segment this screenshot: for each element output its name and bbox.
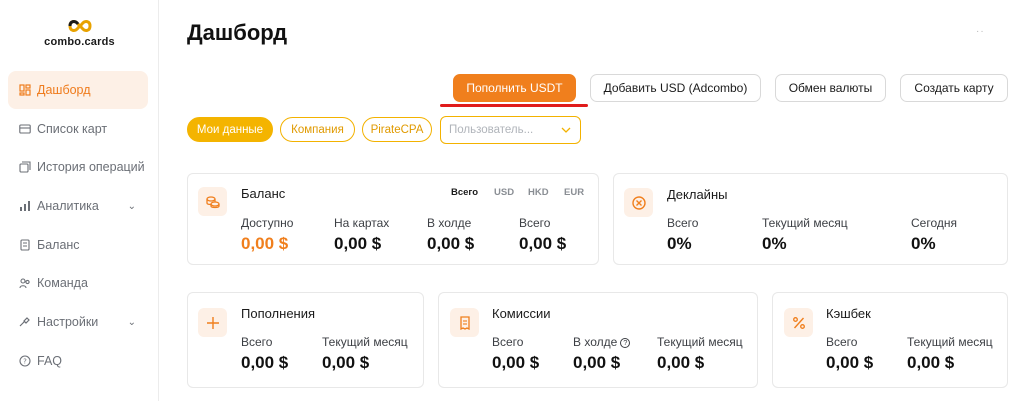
fees-hold-label-wrap: В холде? (573, 335, 631, 349)
user-select[interactable]: Пользователь... (440, 116, 581, 144)
cashback-month-label: Текущий месяц (907, 335, 993, 349)
sidebar-item-history[interactable]: История операций (8, 148, 148, 186)
user-select-placeholder: Пользователь... (449, 124, 534, 136)
svg-text:?: ? (23, 357, 27, 365)
sidebar-item-label: История операций (37, 160, 145, 175)
sidebar-item-label: Баланс (37, 237, 80, 252)
create-card-button[interactable]: Создать карту (900, 74, 1008, 102)
sidebar-nav: Дашборд Список карт История операций Ана… (8, 71, 148, 381)
topups-title: Пополнения (241, 306, 316, 321)
fees-hold-label: В холде (573, 335, 618, 349)
fees-total-label: Всего (492, 335, 524, 349)
topup-usdt-button[interactable]: Пополнить USDT (453, 74, 576, 102)
declines-today-value: 0% (911, 234, 936, 253)
currency-tab-total[interactable]: Всего (451, 187, 478, 198)
topups-month-value: 0,00 $ (322, 353, 370, 372)
settings-icon (19, 316, 31, 328)
sidebar-item-label: FAQ (37, 353, 63, 368)
total-label: Всего (519, 216, 551, 230)
fees-card: Комиссии Всего 0,00 $ В холде? 0,00 $ Те… (438, 292, 758, 388)
balance-title: Баланс (241, 186, 286, 201)
sidebar-item-analytics[interactable]: Аналитика ⌄ (8, 187, 148, 225)
chevron-down-icon: ⌄ (127, 200, 136, 212)
team-icon (19, 277, 31, 289)
on-hold-value: 0,00 $ (427, 234, 475, 253)
on-cards-value: 0,00 $ (334, 234, 382, 253)
question-icon[interactable]: ? (620, 338, 631, 348)
sidebar-item-label: Список карт (37, 121, 108, 136)
cashback-total-value: 0,00 $ (826, 353, 874, 372)
cashback-month-value: 0,00 $ (907, 353, 955, 372)
declines-title: Деклайны (667, 187, 728, 202)
currency-tab-hkd[interactable]: HKD (528, 187, 549, 198)
sidebar-item-cards[interactable]: Список карт (8, 110, 148, 148)
fees-month-label: Текущий месяц (657, 335, 743, 349)
analytics-icon (19, 200, 31, 212)
combo-logo-icon (67, 20, 92, 32)
declines-total-label: Всего (667, 216, 699, 230)
percent-icon (784, 308, 813, 337)
cashback-total-label: Всего (826, 335, 858, 349)
declines-month-value: 0% (762, 234, 787, 253)
topups-total-label: Всего (241, 335, 273, 349)
coins-icon (198, 187, 227, 216)
available-label: Доступно (241, 216, 294, 230)
cashback-title: Кэшбек (826, 306, 871, 321)
available-value: 0,00 $ (241, 234, 289, 253)
fees-total-value: 0,00 $ (492, 353, 540, 372)
receipt-icon (450, 308, 479, 337)
fees-title: Комиссии (492, 306, 551, 321)
currency-tab-usd[interactable]: USD (494, 187, 514, 198)
card-icon (19, 123, 31, 135)
history-icon (19, 161, 31, 173)
brand-name: combo.cards (44, 36, 115, 48)
sidebar-item-label: Аналитика (37, 199, 99, 214)
wallet-icon (19, 239, 31, 251)
sidebar-item-balance[interactable]: Баланс (8, 226, 148, 264)
topups-card: Пополнения Всего 0,00 $ Текущий месяц 0,… (187, 292, 424, 388)
fees-hold-value: 0,00 $ (573, 353, 621, 372)
sidebar-item-settings[interactable]: Настройки ⌄ (8, 303, 148, 341)
cashback-card: Кэшбек Всего 0,00 $ Текущий месяц 0,00 $ (772, 292, 1008, 388)
fees-month-value: 0,00 $ (657, 353, 705, 372)
highlight-underline (440, 104, 588, 107)
help-icon: ? (19, 355, 31, 367)
sidebar: combo.cards Дашборд Список карт История … (0, 0, 159, 401)
declines-today-label: Сегодня (911, 216, 957, 230)
total-value: 0,00 $ (519, 234, 567, 253)
filter-my-data[interactable]: Мои данные (187, 117, 273, 142)
sidebar-item-faq[interactable]: ? FAQ (8, 342, 148, 380)
more-icon[interactable]: ·· (976, 26, 985, 37)
logo[interactable]: combo.cards (0, 18, 159, 48)
declines-total-value: 0% (667, 234, 692, 253)
sidebar-item-label: Дашборд (37, 83, 91, 97)
currency-tab-eur[interactable]: EUR (564, 187, 584, 198)
exchange-button[interactable]: Обмен валюты (775, 74, 886, 102)
on-hold-label: В холде (427, 216, 472, 230)
add-usd-button[interactable]: Добавить USD (Adcombo) (590, 74, 761, 102)
chevron-down-icon (561, 127, 571, 133)
plus-icon (198, 308, 227, 337)
declines-card: Деклайны Всего 0% Текущий месяц 0% Сегод… (613, 173, 1008, 265)
sidebar-item-label: Команда (37, 276, 88, 291)
dashboard-icon (19, 84, 31, 96)
sidebar-item-label: Настройки (37, 315, 99, 330)
sidebar-item-dashboard[interactable]: Дашборд (8, 71, 148, 109)
topups-total-value: 0,00 $ (241, 353, 289, 372)
sidebar-item-team[interactable]: Команда (8, 264, 148, 302)
chevron-down-icon: ⌄ (127, 316, 136, 328)
topups-month-label: Текущий месяц (322, 335, 408, 349)
declines-month-label: Текущий месяц (762, 216, 848, 230)
page-title: Дашборд (187, 20, 288, 45)
filter-company[interactable]: Компания (280, 117, 355, 142)
filter-piratecpa[interactable]: PirateCPA (362, 117, 432, 142)
decline-icon (624, 188, 653, 217)
on-cards-label: На картах (334, 216, 390, 230)
